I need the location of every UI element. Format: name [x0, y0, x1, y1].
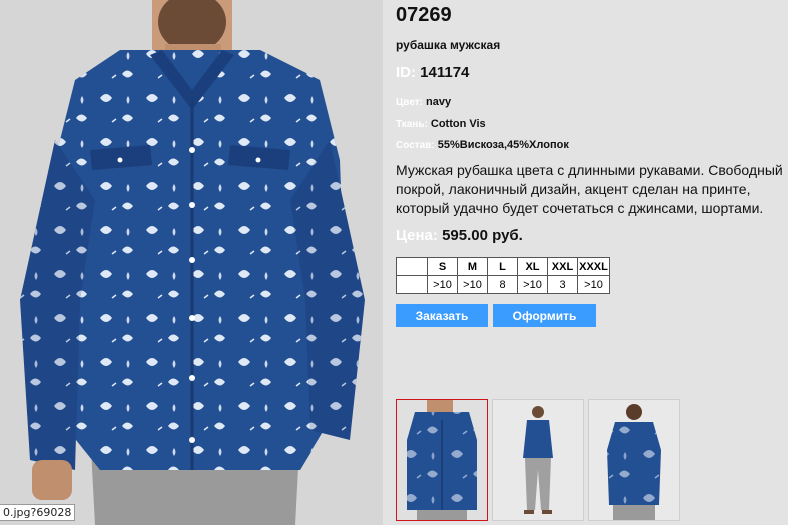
- product-description: Мужская рубашка цвета с длинными рукавам…: [396, 162, 783, 216]
- size-stock-cell: 3: [547, 275, 578, 294]
- product-fabric: Ткань: Cotton Vis: [396, 118, 486, 130]
- checkout-button[interactable]: Оформить: [493, 304, 596, 327]
- size-stock-cell: >10: [517, 275, 548, 294]
- fabric-label: Ткань:: [396, 119, 428, 130]
- product-main-photo: 0.jpg?69028: [0, 0, 383, 525]
- composition-value: 55%Вискоза,45%Хлопок: [437, 139, 569, 151]
- size-stock-cell: >10: [457, 275, 488, 294]
- size-stock-cell: >10: [427, 275, 458, 294]
- size-stock-cell: >10: [577, 275, 610, 294]
- product-color: Цвет: navy: [396, 96, 451, 108]
- product-code: 07269: [396, 4, 452, 26]
- image-url-label: 0.jpg?69028: [0, 504, 76, 521]
- size-header-cell: M: [457, 257, 488, 276]
- product-price: Цена: 595.00 руб.: [396, 227, 523, 244]
- size-header-cell: XL: [517, 257, 548, 276]
- color-label: Цвет:: [396, 97, 423, 108]
- product-id-value: 141174: [420, 64, 470, 81]
- product-id-label: ID:: [396, 64, 416, 81]
- thumbnail-full-front[interactable]: [492, 399, 584, 521]
- size-header-cell: L: [487, 257, 518, 276]
- size-header-cell: [396, 257, 428, 276]
- size-header-cell: S: [427, 257, 458, 276]
- fabric-value: Cotton Vis: [430, 118, 486, 130]
- size-stock-row: >10 >10 8 >10 3 >10: [396, 275, 610, 294]
- composition-label: Состав:: [396, 140, 435, 151]
- size-stock-cell: [396, 275, 428, 294]
- product-composition: Состав: 55%Вискоза,45%Хлопок: [396, 139, 569, 151]
- thumbnail-back[interactable]: [588, 399, 680, 521]
- size-stock-cell: 8: [487, 275, 518, 294]
- size-header-cell: XXXL: [577, 257, 610, 276]
- price-label: Цена:: [396, 227, 438, 244]
- product-id: ID: 141174: [396, 64, 469, 81]
- size-header-cell: XXL: [547, 257, 578, 276]
- size-stock-table: S M L XL XXL XXXL >10 >10 8 >10 3 >10: [396, 257, 610, 294]
- color-value: navy: [426, 96, 452, 108]
- order-button[interactable]: Заказать: [396, 304, 488, 327]
- price-value: 595.00 руб.: [442, 227, 523, 244]
- size-header-row: S M L XL XXL XXXL: [396, 257, 610, 276]
- thumbnail-front-closeup[interactable]: [396, 399, 488, 521]
- product-name: рубашка мужская: [396, 38, 501, 52]
